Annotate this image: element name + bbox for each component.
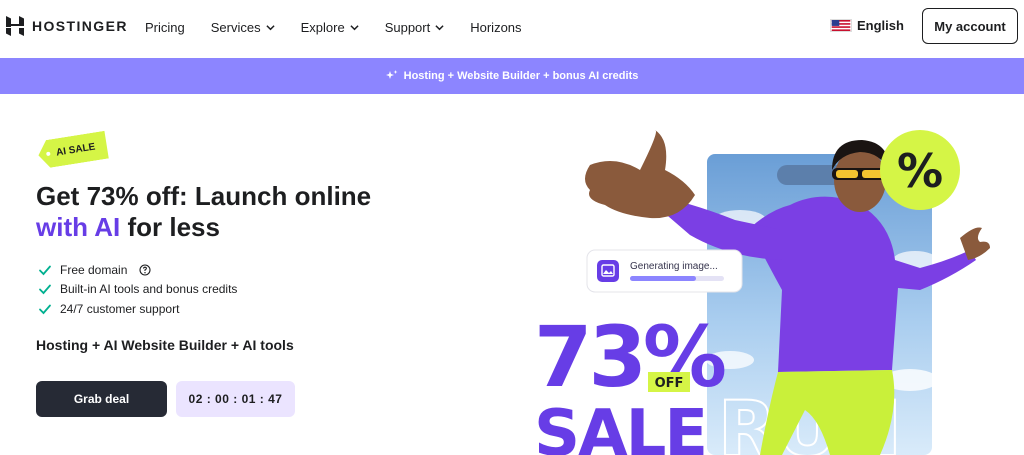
- percent-sign-text: %: [897, 144, 943, 198]
- ai-sale-badge: AI SALE: [36, 131, 109, 170]
- check-icon: [39, 265, 51, 276]
- badge-label: AI SALE: [55, 141, 97, 159]
- help-circle-icon[interactable]: [139, 264, 151, 276]
- off-text: OFF: [655, 376, 684, 391]
- menu-item-pricing[interactable]: Pricing: [145, 18, 185, 36]
- hoodie: [750, 196, 976, 372]
- menu-item-services[interactable]: Services: [211, 18, 275, 36]
- svg-text:Generating image...: Generating image...: [630, 261, 718, 272]
- feature-text: Built-in AI tools and bonus credits: [60, 282, 238, 297]
- menu-item-label: Pricing: [145, 19, 185, 35]
- check-icon: [39, 284, 51, 295]
- list-item: 24/7 customer support: [38, 299, 237, 319]
- menu-item-horizons[interactable]: Horizons: [470, 18, 521, 36]
- language-label: English: [857, 18, 904, 33]
- brand-logo[interactable]: HOSTINGER: [6, 16, 128, 36]
- sparkle-icon: [385, 70, 398, 79]
- main-menu: Pricing Services Explore Support Horizon…: [145, 18, 548, 36]
- feature-text: Free domain: [60, 262, 128, 277]
- top-navbar: HOSTINGER Pricing Services Explore Suppo…: [0, 0, 1024, 58]
- page-title: Get 73% off: Launch online with AI for l…: [36, 181, 456, 243]
- chevron-down-icon: [435, 24, 444, 30]
- headline-line1: Get 73% off: Launch online: [36, 181, 372, 211]
- generating-card: Generating image...: [586, 249, 743, 293]
- hostinger-logo-icon: [6, 16, 24, 36]
- hero-illustration: RUN % Generating image... 73% OFF SALE: [534, 130, 990, 455]
- chevron-down-icon: [350, 24, 359, 30]
- countdown-timer: 02 : 00 : 01 : 47: [176, 381, 295, 417]
- headline-accent: with AI: [36, 212, 121, 242]
- grab-deal-button[interactable]: Grab deal: [36, 381, 167, 417]
- hero-subheading: Hosting + AI Website Builder + AI tools: [36, 337, 294, 353]
- badge-hole: [46, 152, 51, 157]
- feature-text: 24/7 customer support: [60, 301, 180, 316]
- menu-item-support[interactable]: Support: [385, 18, 445, 36]
- progress-fill: [630, 276, 696, 281]
- list-item: Built-in AI tools and bonus credits: [38, 280, 237, 300]
- left-hand: [585, 130, 695, 219]
- menu-item-explore[interactable]: Explore: [301, 18, 359, 36]
- menu-item-label: Horizons: [470, 19, 522, 35]
- chevron-down-icon: [266, 24, 275, 30]
- hero-artwork: RUN % Generating image... 73% OFF SALE: [520, 110, 1024, 455]
- menu-item-label: Explore: [300, 19, 345, 35]
- list-item: Free domain: [38, 260, 237, 280]
- menu-item-label: Support: [384, 19, 431, 35]
- promo-banner[interactable]: Hosting + Website Builder + bonus AI cre…: [0, 58, 1024, 94]
- pants: [760, 370, 895, 455]
- my-account-button[interactable]: My account: [922, 8, 1018, 44]
- sale-text: SALE: [534, 397, 706, 455]
- promo-text: Hosting + Website Builder + bonus AI cre…: [403, 70, 639, 82]
- menu-item-label: Services: [210, 19, 261, 35]
- check-icon: [39, 304, 51, 315]
- feature-list: Free domain Built-in AI tools and bonus …: [38, 260, 237, 319]
- image-icon: [597, 260, 619, 282]
- headline-rest: for less: [120, 212, 220, 242]
- language-selector[interactable]: English: [830, 18, 904, 33]
- brand-name: HOSTINGER: [32, 18, 128, 34]
- us-flag-icon: [830, 19, 852, 32]
- big-number-text: 73%: [534, 308, 725, 406]
